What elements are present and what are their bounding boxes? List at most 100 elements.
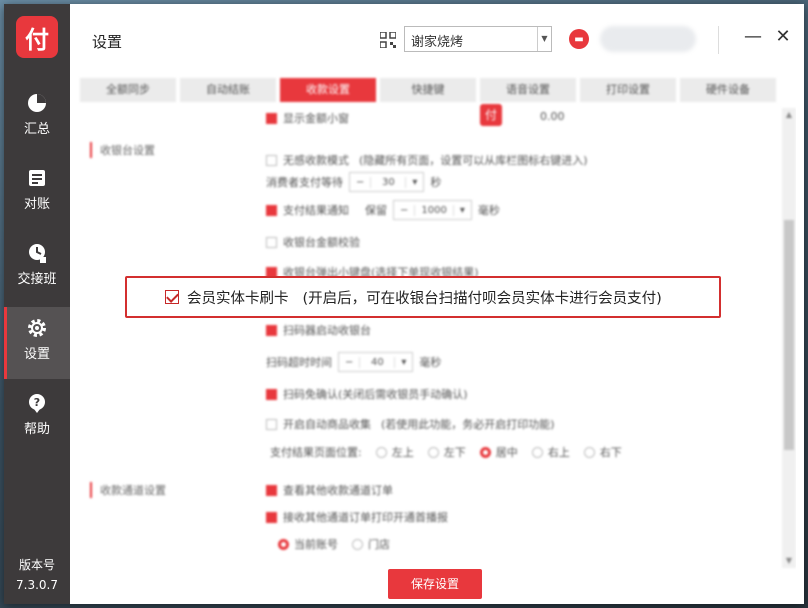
store-select[interactable]: 谢家烧烤 ▼ bbox=[404, 26, 552, 52]
consumer-wait-row: 消费者支付等待 − 30 ▾ 秒 bbox=[266, 172, 441, 192]
result-position-row: 支付结果页面位置: 左上 左下 居中 右上 右下 bbox=[270, 444, 622, 460]
checkbox[interactable] bbox=[266, 388, 277, 400]
member-card-callout[interactable]: 会员实体卡刷卡 (开启后，可在收银台扫描付呗会员实体卡进行会员支付) bbox=[125, 276, 721, 318]
checkbox[interactable] bbox=[266, 324, 277, 336]
chevron-down-icon[interactable]: ▾ bbox=[395, 357, 412, 368]
checkbox-label: 支付结果通知 bbox=[283, 204, 349, 217]
checkbox-label: 扫码免确认 bbox=[283, 388, 338, 401]
handover-icon bbox=[29, 244, 46, 263]
scan-timeout-row: 扫码超时时间 − 40 ▾ 毫秒 bbox=[266, 352, 441, 372]
consumer-wait-stepper[interactable]: − 30 ▾ bbox=[349, 172, 425, 192]
scroll-thumb[interactable] bbox=[784, 220, 794, 450]
stepper-value[interactable]: 40 bbox=[359, 356, 396, 368]
radio[interactable] bbox=[583, 446, 595, 458]
scan-start-row[interactable]: 扫码器启动收银台 bbox=[266, 322, 371, 338]
stepper-value[interactable]: 30 bbox=[370, 176, 407, 188]
pay-result-row[interactable]: 支付结果通知 保留 − 1000 ▾ 毫秒 bbox=[266, 200, 500, 220]
checkbox-label: 开启自动商品收集 bbox=[283, 418, 371, 431]
sidebar-item-label: 汇总 bbox=[23, 122, 50, 137]
minus-icon[interactable]: − bbox=[339, 357, 359, 368]
keep-stepper[interactable]: − 1000 ▾ bbox=[393, 200, 472, 220]
radio[interactable] bbox=[278, 538, 289, 550]
tab-full-sync[interactable]: 全额同步 bbox=[80, 78, 176, 102]
sidebar-item-help[interactable]: ? 帮助 bbox=[4, 382, 70, 454]
receive-other-orders-row[interactable]: 接收其他通道订单打印开通首播报 bbox=[266, 509, 448, 525]
gear-icon bbox=[28, 319, 46, 337]
sidebar-item-reconcile[interactable]: 对账 bbox=[4, 157, 70, 229]
checkbox-label: 无感收款模式 bbox=[283, 154, 349, 167]
sidebar-item-handover[interactable]: 交接班 bbox=[4, 232, 70, 304]
radio[interactable] bbox=[479, 446, 491, 458]
checkbox-label: 显示金额小窗 bbox=[283, 112, 349, 125]
sidebar-item-summary[interactable]: 汇总 bbox=[4, 82, 70, 154]
checkbox[interactable] bbox=[266, 484, 277, 496]
checkbox[interactable] bbox=[266, 236, 277, 248]
field-label: 保留 bbox=[365, 204, 387, 217]
tab-voice[interactable]: 语音设置 bbox=[480, 78, 576, 102]
show-total-row[interactable]: 显示金额小窗 bbox=[266, 110, 349, 126]
svg-text:?: ? bbox=[34, 396, 40, 409]
scroll-down-icon[interactable]: ▼ bbox=[784, 556, 794, 566]
auto-goods-row[interactable]: 开启自动商品收集 (若使用此功能，务必开启打印功能) bbox=[266, 416, 555, 432]
checkbox-label: 收银台金额校验 bbox=[283, 236, 360, 249]
checkbox[interactable] bbox=[266, 154, 277, 166]
minus-icon[interactable]: − bbox=[350, 177, 370, 188]
member-card-label: 会员实体卡刷卡 bbox=[187, 290, 289, 307]
note-text: (隐藏所有页面，设置可以从库栏图标右键进入) bbox=[359, 154, 588, 167]
radio-label: 门店 bbox=[368, 538, 390, 551]
app-logo: 付 bbox=[16, 16, 58, 58]
tab-print[interactable]: 打印设置 bbox=[580, 78, 676, 102]
member-card-checkbox[interactable] bbox=[165, 290, 179, 304]
minimize-button[interactable]: — bbox=[742, 26, 764, 50]
ledger-icon bbox=[29, 170, 45, 186]
mini-logo: 付 bbox=[480, 104, 502, 126]
minus-icon[interactable]: − bbox=[394, 205, 414, 216]
amount-value: 0.00 bbox=[540, 110, 565, 123]
tab-auto-settle[interactable]: 自动结账 bbox=[180, 78, 276, 102]
checkbox-label: 接收其他通道订单打印开通首播报 bbox=[283, 511, 448, 524]
field-label: 扫码超时时间 bbox=[266, 356, 332, 369]
stepper-value[interactable]: 1000 bbox=[414, 204, 454, 216]
radio[interactable] bbox=[531, 446, 543, 458]
radio-label: 左上 bbox=[391, 446, 414, 459]
scroll-up-icon[interactable]: ▲ bbox=[784, 110, 794, 120]
chevron-down-icon: ▼ bbox=[537, 27, 551, 51]
save-button[interactable]: 保存设置 bbox=[388, 569, 482, 599]
chevron-down-icon[interactable]: ▾ bbox=[406, 177, 423, 188]
sidebar-item-label: 对账 bbox=[23, 197, 50, 212]
account-name-blurred bbox=[600, 26, 696, 52]
scrollbar[interactable]: ▲ ▼ bbox=[782, 108, 796, 568]
close-button[interactable]: ✕ bbox=[772, 26, 794, 50]
avatar[interactable]: ▬ bbox=[569, 29, 589, 49]
radio[interactable] bbox=[427, 446, 439, 458]
tab-hardware[interactable]: 硬件设备 bbox=[680, 78, 776, 102]
section-cashier: 收银台设置 bbox=[90, 142, 155, 158]
header-divider bbox=[718, 26, 719, 54]
chevron-down-icon[interactable]: ▾ bbox=[454, 205, 471, 216]
tab-bar: 全额同步 自动结账 收款设置 快捷键 语音设置 打印设置 硬件设备 bbox=[80, 78, 780, 102]
silent-mode-row[interactable]: 无感收款模式 (隐藏所有页面，设置可以从库栏图标右键进入) bbox=[266, 152, 588, 168]
checkbox[interactable] bbox=[266, 204, 277, 216]
radio[interactable] bbox=[352, 538, 363, 550]
radio-label: 左下 bbox=[443, 446, 466, 459]
note-text: (若使用此功能，务必开启打印功能) bbox=[381, 418, 555, 431]
tab-shortcuts[interactable]: 快捷键 bbox=[380, 78, 476, 102]
scan-confirm-row[interactable]: 扫码免确认 (关闭后需收银员手动确认) bbox=[266, 386, 468, 402]
scan-timeout-stepper[interactable]: − 40 ▾ bbox=[338, 352, 414, 372]
account-scope-row: 当前账号 门店 bbox=[278, 536, 390, 552]
checkbox[interactable] bbox=[266, 112, 277, 124]
sidebar-item-settings[interactable]: 设置 bbox=[4, 307, 70, 379]
tab-payment-settings[interactable]: 收款设置 bbox=[280, 78, 376, 102]
unit-label: 秒 bbox=[430, 176, 442, 189]
sidebar-item-label: 帮助 bbox=[23, 422, 50, 437]
checkbox[interactable] bbox=[266, 418, 277, 430]
radio[interactable] bbox=[375, 446, 387, 458]
member-card-note: (开启后，可在收银台扫描付呗会员实体卡进行会员支付) bbox=[302, 290, 662, 307]
checkbox[interactable] bbox=[266, 511, 277, 523]
view-other-orders-row[interactable]: 查看其他收款通道订单 bbox=[266, 482, 393, 498]
qr-code-icon[interactable] bbox=[380, 32, 396, 48]
version-label: 版本号 bbox=[18, 558, 55, 572]
header: 设置 谢家烧烤 ▼ ▬ — ✕ bbox=[70, 4, 804, 72]
full-verify-row[interactable]: 收银台金额校验 bbox=[266, 234, 360, 250]
field-label: 消费者支付等待 bbox=[266, 176, 343, 189]
